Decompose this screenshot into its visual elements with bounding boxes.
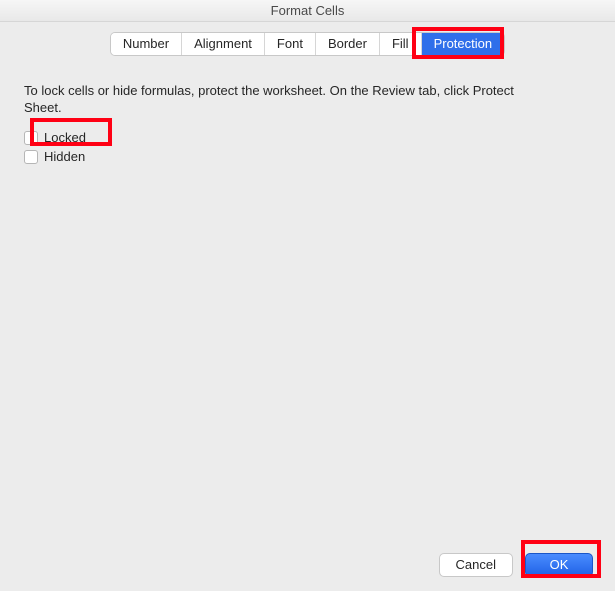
tab-alignment[interactable]: Alignment: [182, 33, 265, 55]
cancel-button[interactable]: Cancel: [439, 553, 513, 577]
tab-bar: Number Alignment Font Border Fill Protec…: [110, 32, 505, 56]
tab-protection[interactable]: Protection: [422, 33, 505, 55]
format-cells-dialog: Format Cells Number Alignment Font Borde…: [0, 0, 615, 591]
window-title: Format Cells: [0, 0, 615, 22]
tab-number[interactable]: Number: [111, 33, 182, 55]
tab-bar-container: Number Alignment Font Border Fill Protec…: [0, 22, 615, 64]
tab-border[interactable]: Border: [316, 33, 380, 55]
tab-content-protection: To lock cells or hide formulas, protect …: [0, 64, 615, 591]
protection-description: To lock cells or hide formulas, protect …: [24, 82, 544, 116]
locked-checkbox[interactable]: [24, 131, 38, 145]
locked-label: Locked: [44, 130, 86, 145]
hidden-label: Hidden: [44, 149, 85, 164]
tab-fill[interactable]: Fill: [380, 33, 422, 55]
ok-button[interactable]: OK: [525, 553, 593, 577]
locked-checkbox-row[interactable]: Locked: [24, 130, 591, 145]
dialog-footer: Cancel OK: [439, 553, 593, 577]
hidden-checkbox-row[interactable]: Hidden: [24, 149, 591, 164]
hidden-checkbox[interactable]: [24, 150, 38, 164]
tab-font[interactable]: Font: [265, 33, 316, 55]
